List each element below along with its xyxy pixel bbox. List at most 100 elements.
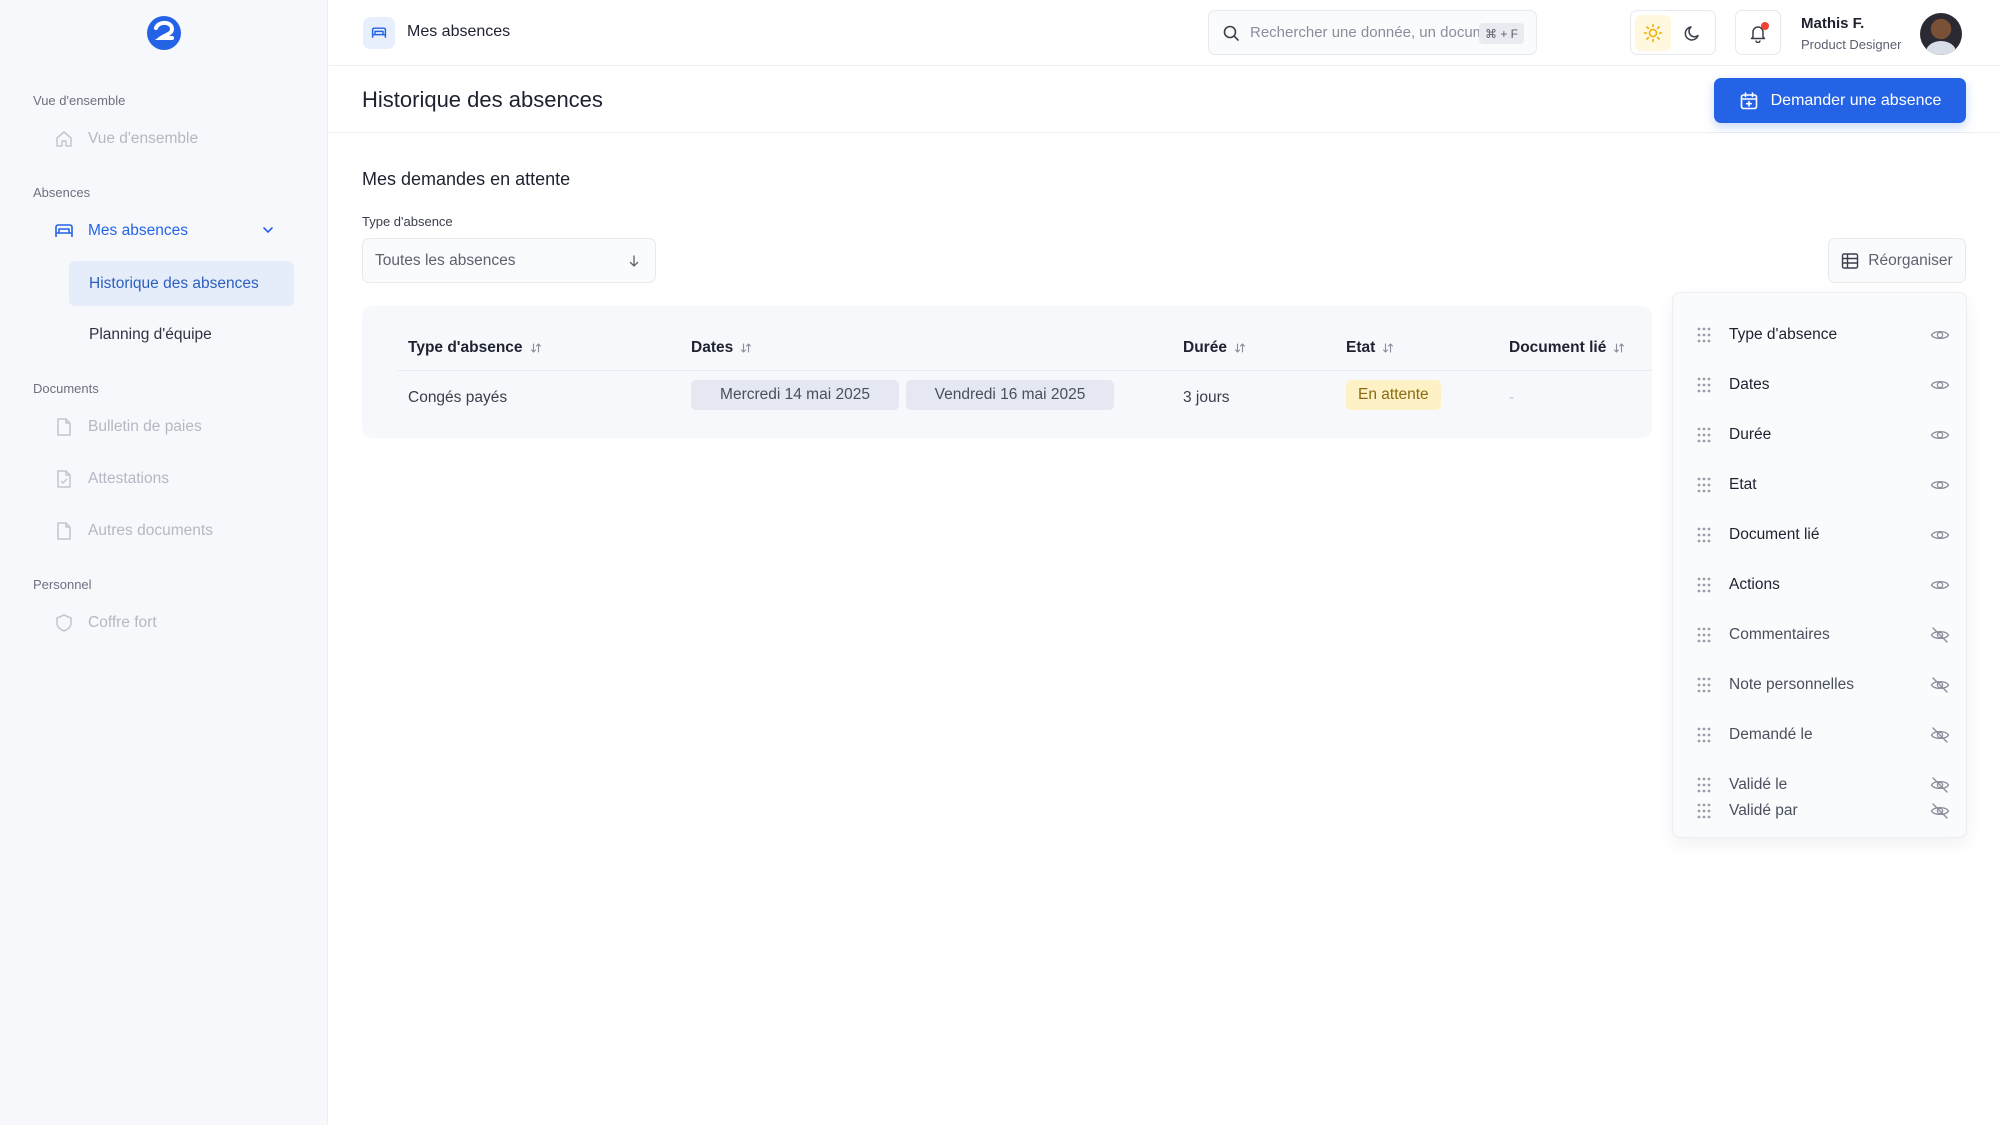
column-option-note[interactable]: Note personnelles [1673,665,1966,705]
column-header-label: Document lié [1509,339,1607,356]
avatar[interactable] [1920,13,1962,55]
reorganize-button[interactable]: Réorganiser [1828,238,1966,283]
sidebar-item-mes-absences[interactable]: Mes absences [50,215,280,247]
eye-icon[interactable] [1930,325,1950,345]
column-option-commentaires[interactable]: Commentaires [1673,615,1966,655]
eye-off-icon[interactable] [1930,725,1950,745]
sidebar-subitem-planning[interactable]: Planning d'équipe [69,312,294,357]
page-title: Historique des absences [362,87,603,112]
date-chip-start: Mercredi 14 mai 2025 [691,380,899,410]
bed-icon [363,17,395,49]
drag-handle-icon[interactable] [1695,476,1713,494]
column-option-label: Document lié [1729,526,1820,543]
column-header-etat[interactable]: Etat [1346,339,1394,357]
eye-off-icon[interactable] [1930,675,1950,695]
column-header-label: Etat [1346,339,1376,356]
sidebar-item-label: Bulletin de paies [88,418,202,435]
eye-off-icon[interactable] [1930,625,1950,645]
drag-handle-icon[interactable] [1695,576,1713,594]
sidebar-item-autres-documents[interactable]: Autres documents [50,515,213,547]
request-absence-button[interactable]: Demander une absence [1714,78,1966,123]
sidebar-subitem-historique[interactable]: Historique des absences [69,261,294,306]
reorganize-label: Réorganiser [1868,251,1953,269]
search-icon [1223,25,1239,41]
drag-handle-icon[interactable] [1695,426,1713,444]
user-role: Product Designer [1801,37,1902,52]
sidebar-item-label: Mes absences [88,222,188,239]
top-bar: Mes absences ⌘ + F Mathis F. Product Des… [329,0,2000,66]
column-option-dates[interactable]: Dates [1673,365,1966,405]
dark-mode-button[interactable] [1675,15,1711,51]
document-check-icon [50,465,78,493]
app-logo[interactable] [146,15,182,51]
column-option-actions[interactable]: Actions [1673,565,1966,605]
status-badge: En attente [1346,380,1441,410]
sidebar-item-coffre-fort[interactable]: Coffre fort [50,607,157,639]
document-icon [50,413,78,441]
eye-icon[interactable] [1930,525,1950,545]
bed-icon [50,217,78,245]
column-header-label: Type d'absence [408,339,523,356]
sidebar: Vue d'ensemble Vue d'ensemble Absences M… [0,0,328,1125]
user-name: Mathis F. [1801,15,1865,32]
search-input[interactable] [1250,24,1485,41]
column-option-label: Type d'absence [1729,326,1838,343]
search-box[interactable]: ⌘ + F [1208,10,1537,55]
column-option-label: Note personnelles [1729,676,1854,693]
column-option-label: Actions [1729,576,1780,593]
date-chip-end: Vendredi 16 mai 2025 [906,380,1114,410]
section-title-personnel: Personnel [33,577,92,592]
column-header-label: Dates [691,339,734,356]
drag-handle-icon[interactable] [1695,626,1713,644]
column-header-document[interactable]: Document lié [1509,339,1625,357]
sort-icon[interactable] [1613,342,1625,354]
drag-handle-icon[interactable] [1695,676,1713,694]
column-header-dates[interactable]: Dates [691,339,752,357]
cell-duration: 3 jours [1183,389,1230,406]
sidebar-item-overview[interactable]: Vue d'ensemble [50,123,198,155]
eye-icon[interactable] [1930,425,1950,445]
sort-icon[interactable] [1234,342,1246,354]
column-header-type[interactable]: Type d'absence [408,339,542,357]
column-option-etat[interactable]: Etat [1673,465,1966,505]
sidebar-item-bulletin[interactable]: Bulletin de paies [50,411,202,443]
search-shortcut-badge: ⌘ + F [1478,23,1524,44]
drag-handle-icon[interactable] [1695,526,1713,544]
breadcrumb[interactable]: Mes absences [407,23,510,41]
section-title-absences: Absences [33,185,91,200]
drag-handle-icon[interactable] [1695,726,1713,744]
document-icon [50,517,78,545]
chevron-down-icon[interactable] [260,222,276,238]
drag-handle-icon[interactable] [1695,326,1713,344]
light-mode-button[interactable] [1635,14,1671,51]
sidebar-item-attestations[interactable]: Attestations [50,463,169,495]
sort-icon[interactable] [740,342,752,354]
calendar-add-icon [1740,91,1757,109]
sort-icon[interactable] [1382,342,1394,354]
section-title-documents: Documents [33,381,99,396]
eye-icon[interactable] [1930,375,1950,395]
sort-icon[interactable] [530,342,542,354]
home-icon [50,125,78,153]
drag-handle-icon[interactable] [1695,376,1713,394]
column-option-type[interactable]: Type d'absence [1673,315,1966,355]
column-option-document[interactable]: Document lié [1673,515,1966,555]
sidebar-item-label: Attestations [88,470,169,487]
column-option-valide-par[interactable]: Validé par [1673,791,1966,831]
drag-handle-icon[interactable] [1695,802,1713,820]
column-header-duree[interactable]: Durée [1183,339,1246,357]
request-absence-label: Demander une absence [1770,91,1942,109]
eye-icon[interactable] [1930,575,1950,595]
eye-off-icon[interactable] [1930,801,1950,821]
eye-icon[interactable] [1930,475,1950,495]
column-header-label: Durée [1183,339,1227,356]
notifications-button[interactable] [1735,10,1781,55]
cell-type: Congés payés [408,389,508,406]
column-option-demande-le[interactable]: Demandé le [1673,715,1966,755]
column-option-label: Dates [1729,376,1770,393]
absence-type-select[interactable]: Toutes les absences [362,238,656,283]
page-header: Historique des absences Demander une abs… [329,67,2000,133]
column-option-duree[interactable]: Durée [1673,415,1966,455]
absence-type-select-value: Toutes les absences [375,251,516,269]
column-option-label: Demandé le [1729,726,1813,743]
